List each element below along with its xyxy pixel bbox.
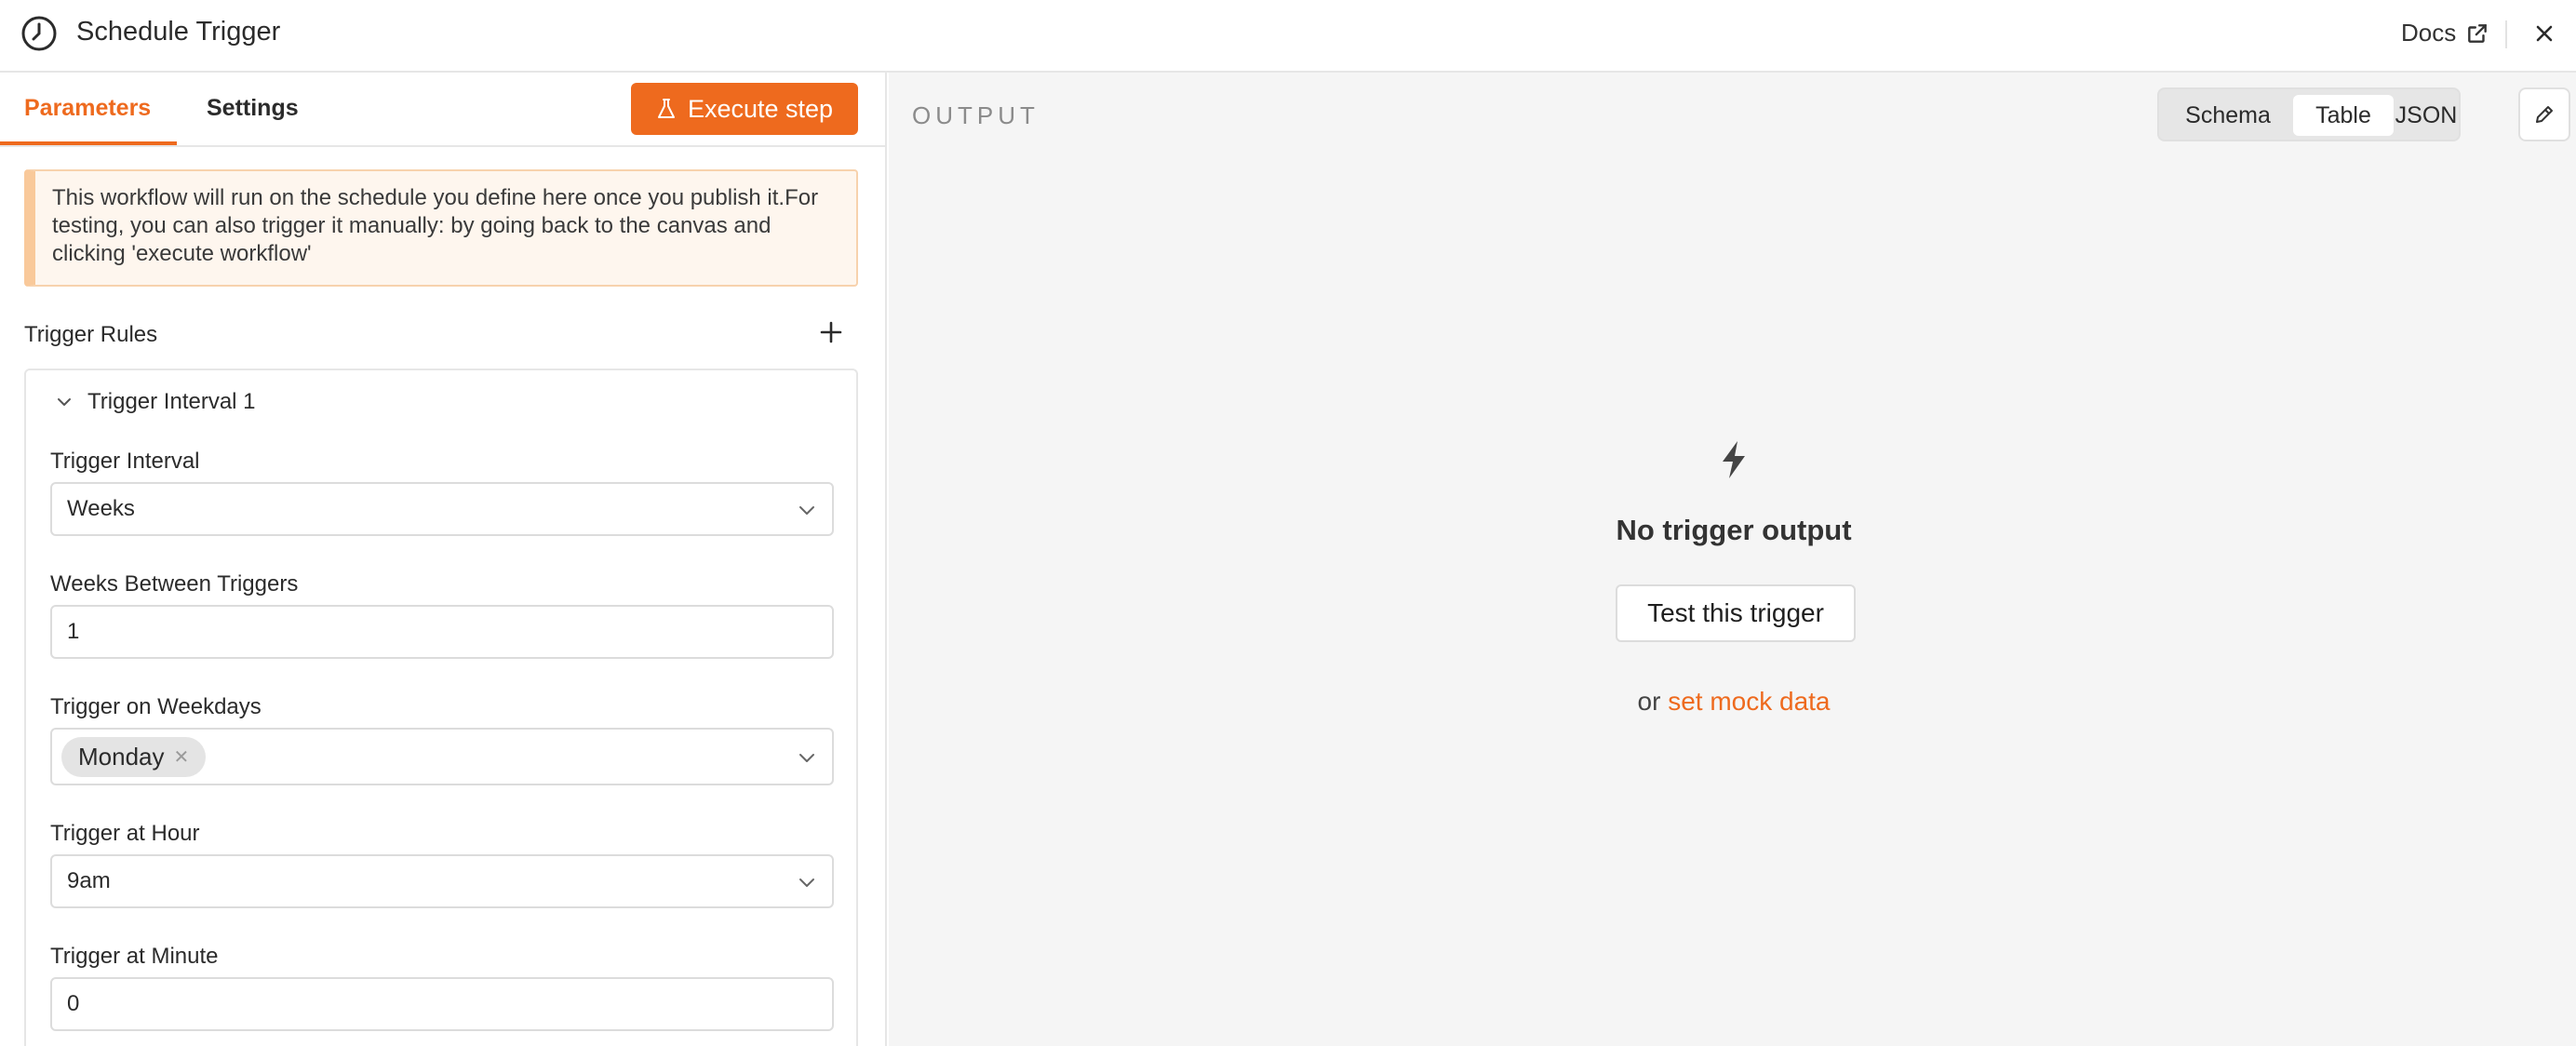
- tab-settings[interactable]: Settings: [207, 95, 299, 122]
- weeks-between-value: 1: [67, 619, 80, 644]
- parameters-panel: Parameters Settings Execute step This wo…: [0, 73, 887, 1046]
- trigger-hour-select[interactable]: 9am: [50, 854, 834, 908]
- node-header: Schedule Trigger Docs: [0, 0, 2576, 73]
- docs-label: Docs: [2401, 19, 2457, 47]
- or-text: or: [1637, 687, 1669, 716]
- test-trigger-button[interactable]: Test this trigger: [1616, 584, 1856, 642]
- empty-output-title: No trigger output: [1616, 514, 1852, 546]
- active-tab-indicator: [0, 141, 177, 145]
- chevron-down-icon: [799, 506, 814, 515]
- trigger-interval-card: Trigger Interval 1 Trigger Interval Week…: [24, 369, 858, 1046]
- chevron-down-icon: [799, 878, 814, 887]
- trigger-interval-value: Weeks: [67, 496, 135, 521]
- execute-step-label: Execute step: [687, 94, 834, 123]
- trigger-hour-value: 9am: [67, 868, 111, 893]
- close-icon[interactable]: [2529, 19, 2559, 48]
- trigger-interval-label: Trigger Interval: [50, 449, 200, 474]
- view-json-button[interactable]: JSON: [2395, 95, 2458, 136]
- output-label: OUTPUT: [912, 101, 1040, 129]
- trigger-interval-select[interactable]: Weeks: [50, 482, 834, 536]
- lightning-icon: [1723, 441, 1745, 478]
- docs-link[interactable]: Docs: [2401, 19, 2489, 47]
- node-title: Schedule Trigger: [76, 17, 281, 47]
- output-panel: OUTPUT Schema Table JSON No trigger outp…: [889, 73, 2576, 1046]
- pencil-icon: [2536, 106, 2553, 123]
- trigger-interval-toggle[interactable]: Trigger Interval 1: [54, 389, 256, 415]
- edit-output-button[interactable]: [2518, 87, 2570, 141]
- set-mock-data-link[interactable]: set mock data: [1668, 687, 1830, 716]
- trigger-interval-title: Trigger Interval 1: [87, 389, 256, 414]
- weekday-chip: Monday ✕: [61, 736, 207, 777]
- external-link-icon: [2468, 23, 2488, 43]
- view-table-button[interactable]: Table: [2293, 95, 2394, 136]
- trigger-minute-value: 0: [67, 991, 80, 1016]
- chevron-down-icon: [58, 398, 71, 406]
- header-divider: [2505, 20, 2507, 48]
- trigger-hour-label: Trigger at Hour: [50, 821, 200, 846]
- trigger-rules-label: Trigger Rules: [24, 322, 158, 347]
- trigger-minute-input[interactable]: 0: [50, 977, 834, 1031]
- weekdays-select[interactable]: Monday ✕: [50, 728, 834, 785]
- publish-notice: This workflow will run on the schedule y…: [24, 169, 858, 287]
- add-rule-icon[interactable]: [817, 318, 845, 346]
- weekday-chip-label: Monday: [78, 742, 165, 771]
- output-view-switcher: Schema Table JSON: [2157, 87, 2461, 141]
- weeks-between-input[interactable]: 1: [50, 605, 834, 659]
- weekdays-label: Trigger on Weekdays: [50, 694, 262, 719]
- panel-tabs: Parameters Settings Execute step: [0, 73, 885, 147]
- weeks-between-label: Weeks Between Triggers: [50, 571, 299, 597]
- remove-chip-icon[interactable]: ✕: [174, 745, 190, 769]
- trigger-minute-label: Trigger at Minute: [50, 944, 219, 969]
- mock-data-line: or set mock data: [889, 687, 2576, 717]
- flask-icon: [657, 99, 675, 118]
- execute-step-button[interactable]: Execute step: [631, 83, 858, 135]
- view-schema-button[interactable]: Schema: [2165, 95, 2291, 136]
- chevron-down-icon: [799, 754, 814, 762]
- tab-parameters[interactable]: Parameters: [24, 95, 151, 122]
- clock-icon: [21, 16, 57, 51]
